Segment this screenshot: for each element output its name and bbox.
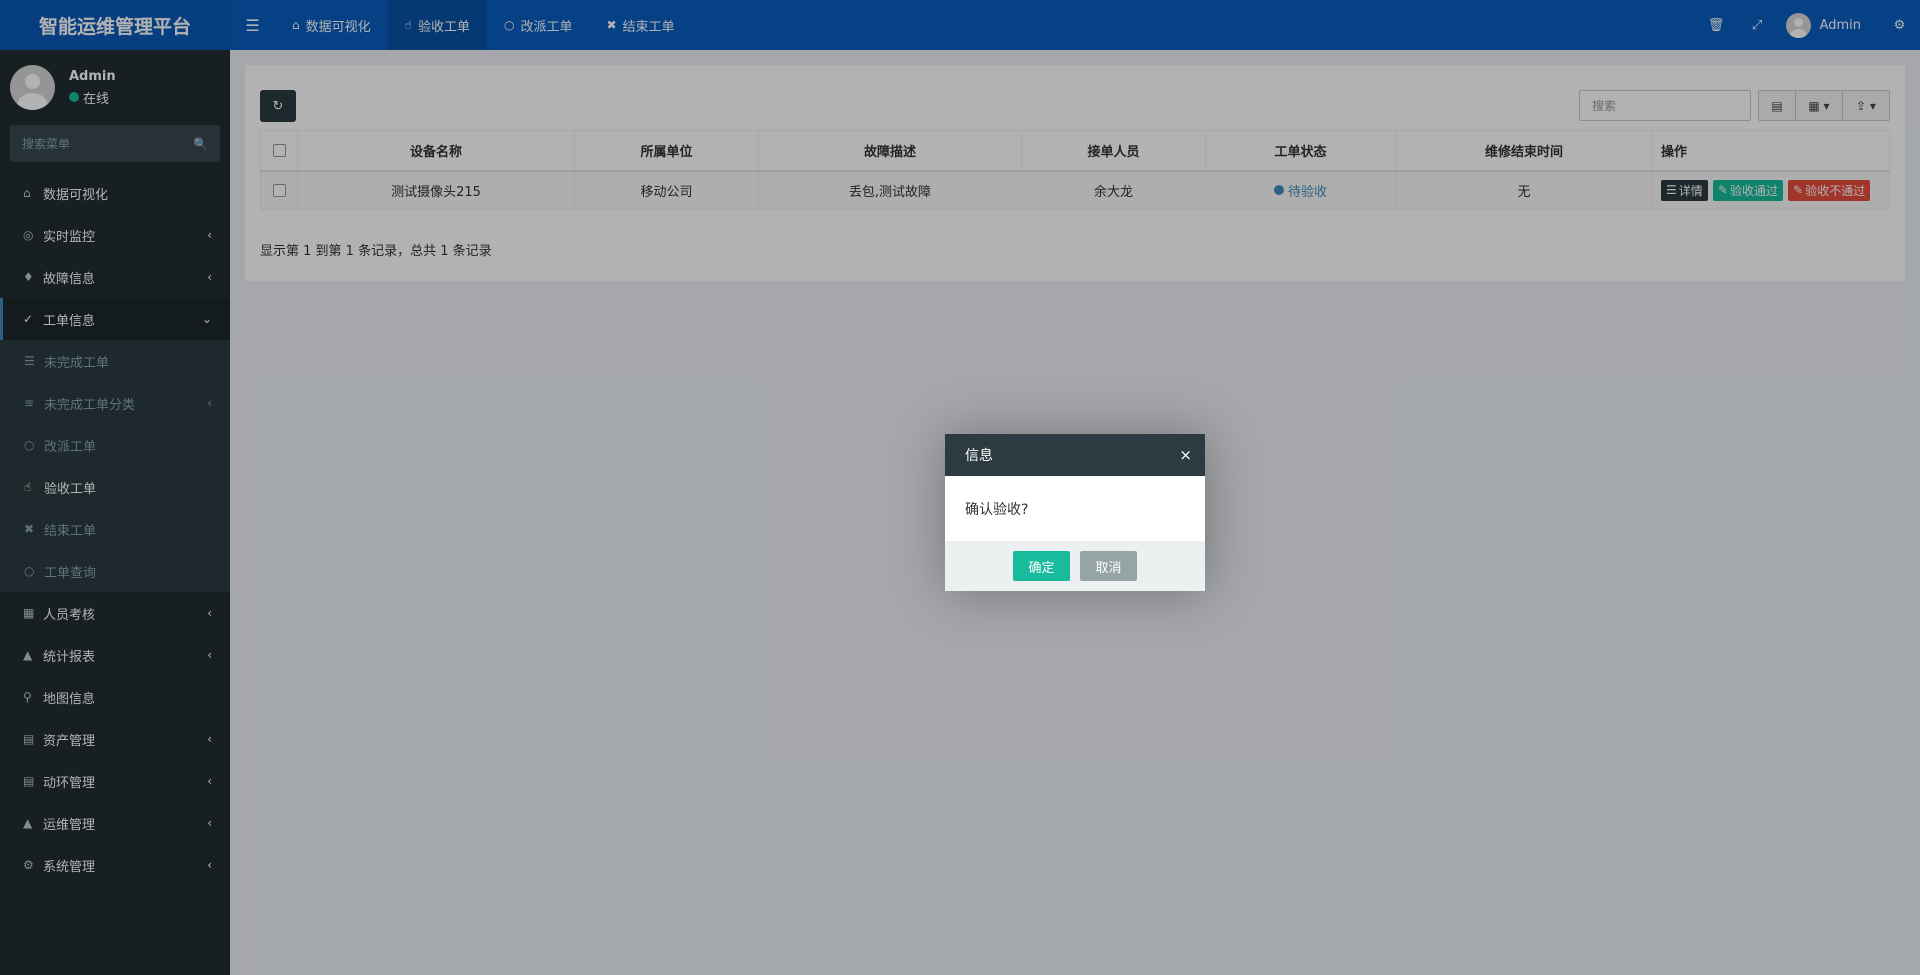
close-icon[interactable]: × — [1179, 446, 1192, 464]
dialog-footer: 确定 取消 — [945, 541, 1205, 591]
cancel-button[interactable]: 取消 — [1080, 551, 1137, 581]
confirm-dialog: 信息 × 确认验收? 确定 取消 — [945, 434, 1205, 591]
dialog-title: 信息 — [965, 448, 993, 464]
confirm-button[interactable]: 确定 — [1013, 551, 1070, 581]
dialog-header: 信息 × — [945, 434, 1205, 476]
dialog-message: 确认验收? — [965, 501, 1029, 518]
dialog-body: 确认验收? — [945, 476, 1205, 541]
